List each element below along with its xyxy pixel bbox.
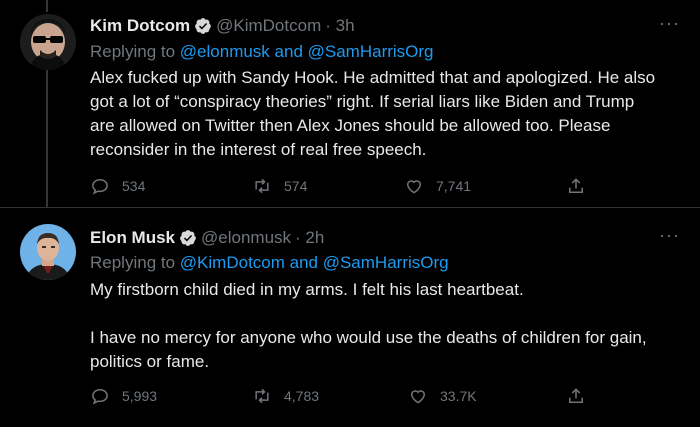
retweet-icon: [255, 388, 269, 404]
reply-button[interactable]: 5,993: [90, 386, 157, 406]
author-name[interactable]: Elon Musk: [90, 228, 175, 248]
reply-icon: [92, 388, 108, 405]
share-button[interactable]: [566, 386, 598, 406]
replying-to-label: Replying to: [90, 253, 176, 272]
verified-badge-icon: [180, 230, 196, 246]
author-handle[interactable]: @elonmusk: [201, 228, 291, 248]
replying-to-users[interactable]: @elonmusk and @SamHarrisOrg: [180, 42, 434, 61]
verified-badge-icon: [195, 18, 211, 34]
retweet-button[interactable]: 4,783: [252, 386, 319, 406]
share-button[interactable]: [566, 176, 598, 196]
share-icon: [569, 388, 583, 403]
tweet-text: Alex fucked up with Sandy Hook. He admit…: [90, 68, 656, 159]
like-button[interactable]: 7,741: [404, 176, 471, 196]
tweet-kim-dotcom[interactable]: Kim Dotcom @KimDotcom · 3h ··· Replying …: [0, 0, 700, 207]
more-icon[interactable]: ···: [659, 14, 680, 32]
avatar-elon-musk[interactable]: [20, 224, 76, 280]
tweet-actions: 534 574 7,741: [90, 176, 610, 198]
tweet-header: Kim Dotcom @KimDotcom · 3h: [90, 15, 355, 37]
like-icon: [406, 180, 422, 194]
tweet-elon-musk[interactable]: Elon Musk @elonmusk · 2h ··· Replying to…: [0, 208, 700, 427]
reply-count: 5,993: [122, 388, 158, 404]
more-icon[interactable]: ···: [659, 226, 680, 244]
like-count: 7,741: [436, 178, 472, 194]
thread-line-connector: [46, 70, 48, 207]
like-count: 33.7K: [440, 388, 477, 404]
replying-to-users[interactable]: @KimDotcom and @SamHarrisOrg: [180, 253, 449, 272]
reply-count: 534: [122, 178, 146, 194]
retweet-button[interactable]: 574: [252, 176, 307, 196]
tweet-time[interactable]: · 3h: [325, 16, 354, 36]
retweet-count: 574: [284, 178, 308, 194]
author-name[interactable]: Kim Dotcom: [90, 16, 190, 36]
tweet-header: Elon Musk @elonmusk · 2h: [90, 227, 324, 249]
retweet-icon: [255, 178, 269, 194]
tweet-actions: 5,993 4,783 33.7K: [90, 386, 610, 408]
avatar-kim-dotcom[interactable]: [20, 14, 76, 70]
author-handle[interactable]: @KimDotcom: [216, 16, 321, 36]
tweet-time[interactable]: · 2h: [295, 228, 324, 248]
like-icon: [410, 390, 426, 404]
share-icon: [569, 178, 583, 193]
reply-icon: [92, 178, 108, 195]
replying-to: Replying to @elonmusk and @SamHarrisOrg: [90, 42, 434, 62]
replying-to: Replying to @KimDotcom and @SamHarrisOrg: [90, 253, 449, 273]
retweet-count: 4,783: [284, 388, 320, 404]
reply-button[interactable]: 534: [90, 176, 145, 196]
tweet-text: My firstborn child died in my arms. I fe…: [90, 280, 647, 371]
like-button[interactable]: 33.7K: [408, 386, 477, 406]
replying-to-label: Replying to: [90, 42, 176, 61]
